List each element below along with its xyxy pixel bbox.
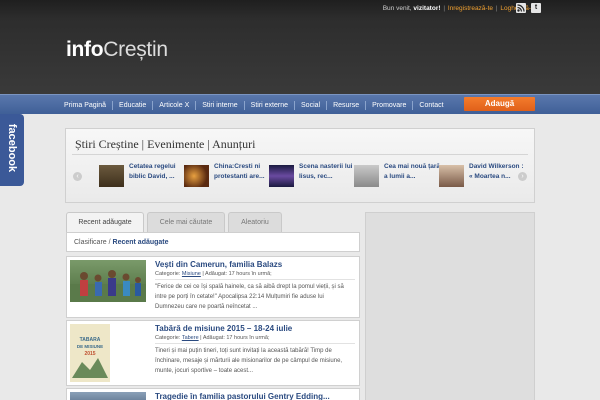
post-title[interactable]: Tragedie în familia pastorului Gentry Ed… bbox=[155, 392, 330, 400]
news-thumbnail bbox=[269, 165, 294, 187]
tab-random[interactable]: Aleatoriu bbox=[228, 212, 282, 232]
register-link[interactable]: Inregistrează-te bbox=[448, 5, 493, 12]
divider bbox=[72, 154, 528, 155]
poster-text: 2015 bbox=[84, 351, 95, 357]
sidebar bbox=[365, 212, 535, 400]
nav-item-prima-pagina[interactable]: Prima Pagină bbox=[58, 100, 114, 110]
divider bbox=[155, 279, 355, 280]
tab-recent[interactable]: Recent adăugate bbox=[66, 212, 144, 233]
category-label: Categorie: bbox=[155, 335, 182, 341]
news-caption: Scena nasterii lui Iisus, rec... bbox=[299, 163, 353, 180]
post-image[interactable]: TABARA DE MISIUNE 2015 bbox=[70, 324, 110, 382]
divider bbox=[155, 343, 355, 344]
post-card: TABARA DE MISIUNE 2015 Tabără de misiune… bbox=[66, 320, 360, 386]
nav-item-social[interactable]: Social bbox=[295, 100, 328, 110]
post-title[interactable]: Vești din Camerun, familia Balazs bbox=[155, 260, 282, 269]
site-logo[interactable]: infoCreștin bbox=[66, 38, 168, 62]
post-card: Tragedie în familia pastorului Gentry Ed… bbox=[66, 388, 360, 400]
rss-icon[interactable] bbox=[516, 3, 526, 13]
prev-arrow-icon[interactable]: ‹ bbox=[73, 172, 82, 181]
post-image[interactable] bbox=[70, 260, 146, 302]
nav-item-articole-x[interactable]: Articole X bbox=[153, 100, 197, 110]
post-excerpt: "Ferice de cei ce își spală hainele, ca … bbox=[155, 284, 344, 310]
breadcrumb-root[interactable]: Clasificare / bbox=[74, 239, 113, 246]
news-caption: Cetatea regelui biblic David, ... bbox=[129, 163, 176, 180]
separator: | bbox=[443, 5, 446, 12]
add-button[interactable]: Adaugă bbox=[464, 97, 535, 111]
separator: | bbox=[495, 5, 498, 12]
news-thumbnail bbox=[99, 165, 124, 187]
category-link[interactable]: Tabere bbox=[182, 335, 199, 341]
facebook-tab[interactable]: facebook bbox=[0, 114, 24, 186]
post-meta: Categorie: Misiune | Adăugat: 17 hours î… bbox=[155, 271, 272, 277]
nav-item-contact[interactable]: Contact bbox=[413, 101, 449, 110]
facebook-label: facebook bbox=[6, 123, 18, 173]
post-date: | Adăugat: 17 hours în urmă; bbox=[198, 335, 270, 341]
logo-part-crestin: Creștin bbox=[103, 38, 168, 61]
breadcrumb: Clasificare / Recent adăugate bbox=[66, 232, 360, 252]
news-thumbnail bbox=[439, 165, 464, 187]
news-slider: Știri Creștine | Evenimente | Anunțuri ‹… bbox=[65, 128, 535, 203]
welcome-text: Bun venit, bbox=[382, 5, 414, 12]
news-title: Știri Creștine | Evenimente | Anunțuri bbox=[75, 137, 256, 151]
news-caption: David Wilkerson : « Moartea n... bbox=[469, 163, 524, 180]
category-label: Categorie: bbox=[155, 271, 182, 277]
nav-item-resurse[interactable]: Resurse bbox=[327, 100, 367, 110]
welcome-user: vizitator! bbox=[413, 5, 441, 12]
nav-item-stiri-interne[interactable]: Stiri interne bbox=[196, 100, 245, 110]
nav-item-stiri-externe[interactable]: Stiri externe bbox=[245, 100, 296, 110]
news-caption: China:Cresti ni protestanti are... bbox=[214, 163, 265, 180]
poster-text: TABARA bbox=[80, 337, 101, 343]
logo-part-info: info bbox=[66, 38, 104, 61]
news-thumbnail bbox=[354, 165, 379, 187]
breadcrumb-current: Recent adăugate bbox=[112, 239, 169, 246]
tab-most-searched[interactable]: Cele mai căutate bbox=[147, 212, 225, 232]
twitter-icon[interactable]: t bbox=[531, 3, 541, 13]
nav-item-educatie[interactable]: Educatie bbox=[113, 100, 154, 110]
post-title[interactable]: Tabără de misiune 2015 – 18-24 iulie bbox=[155, 324, 292, 333]
nav-item-promovare[interactable]: Promovare bbox=[366, 100, 414, 110]
news-thumbnail bbox=[184, 165, 209, 187]
site-header: Bun venit, vizitator! | Inregistrează-te… bbox=[0, 0, 600, 94]
post-meta: Categorie: Tabere | Adăugat: 17 hours în… bbox=[155, 335, 269, 341]
post-image[interactable] bbox=[70, 392, 146, 400]
post-card: Vești din Camerun, familia Balazs Catego… bbox=[66, 256, 360, 318]
category-link[interactable]: Misiune bbox=[182, 271, 201, 277]
post-date: | Adăugat: 17 hours în urmă; bbox=[200, 271, 272, 277]
news-caption: Cea mai nouă țară a lumii a... bbox=[384, 163, 440, 180]
post-excerpt: Tineri și mai puțin tineri, toți sunt in… bbox=[155, 348, 343, 374]
poster-text: DE MISIUNE bbox=[77, 344, 103, 349]
